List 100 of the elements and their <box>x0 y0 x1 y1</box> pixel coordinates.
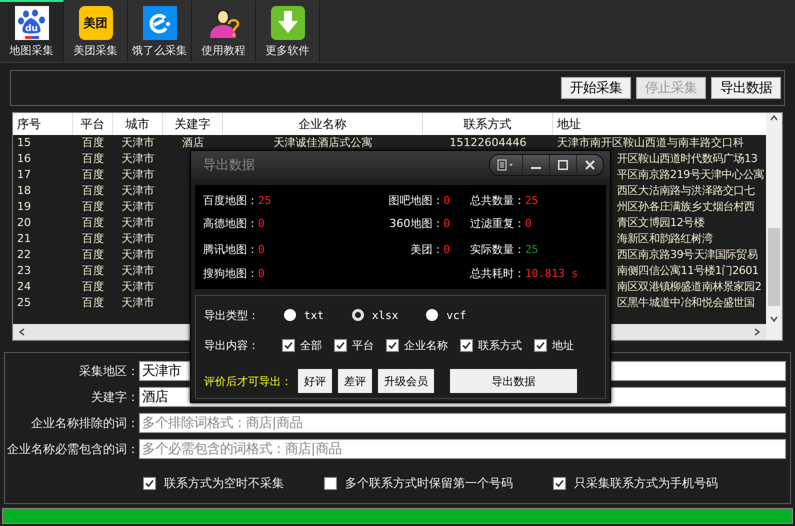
table-cell-text: 天津市 <box>120 183 156 199</box>
stat-value: 0 <box>443 217 450 230</box>
option-label: 多个联系方式时保留第一个号码 <box>345 475 513 492</box>
menu-icon[interactable] <box>497 159 515 171</box>
stat-value: 0 <box>443 243 450 256</box>
close-icon[interactable] <box>585 160 595 170</box>
checkbox[interactable] <box>324 477 337 490</box>
table-cell-text: 16 <box>16 151 32 167</box>
table-cell-text: 24 <box>16 279 32 295</box>
table-cell-text: 天津市南开区鞍山西道与南丰路交口科 <box>556 135 744 151</box>
stat-value: 25 <box>525 194 538 207</box>
input-field[interactable]: 多个必需包含的词格式：商店|商品 <box>139 439 786 459</box>
table-cell-text: 青区文博园12号楼 <box>616 215 704 231</box>
table-cell-text: 百度 <box>81 231 105 247</box>
checkbox[interactable] <box>386 338 399 352</box>
checkbox-label: 平台 <box>352 338 374 352</box>
review-label: 评价后才可导出： <box>204 374 292 388</box>
table-cell-text: 百度 <box>81 247 105 263</box>
scroll-left-icon[interactable] <box>17 327 27 337</box>
option-label: 导出内容： <box>204 338 260 352</box>
checkbox-label: 地址 <box>552 338 574 352</box>
logo-icon: 美团 <box>78 6 112 40</box>
logo-icon <box>142 6 176 40</box>
table-cell-text: 天津诚佳酒店式公寓 <box>272 135 374 151</box>
checkbox[interactable] <box>553 477 566 490</box>
column-header[interactable]: 联系方式 <box>423 113 553 135</box>
checkbox[interactable] <box>460 338 473 352</box>
column-header[interactable]: 平台 <box>73 113 113 135</box>
checkbox-label: 联系方式 <box>478 338 522 352</box>
checkbox[interactable] <box>334 338 347 352</box>
stat-label: 搜狗地图： <box>203 267 258 280</box>
table-cell-text: 百度 <box>81 151 105 167</box>
field-label: 采集地区： <box>78 362 139 380</box>
toolbar-tab[interactable]: 美团 美团采集 <box>64 0 128 62</box>
stat-label: 过滤重复： <box>470 216 525 230</box>
table-cell-text: 23 <box>16 263 32 279</box>
stat-label: 总共数量： <box>470 194 525 207</box>
toolbar-tab[interactable]: 更多软件 <box>256 0 320 62</box>
option-label: 联系方式为空时不采集 <box>164 475 284 492</box>
scroll-up-icon[interactable] <box>769 113 779 123</box>
option-label: 导出类型： <box>204 308 260 322</box>
review-button[interactable]: 差评 <box>338 369 372 393</box>
stat-value: 0 <box>525 216 532 230</box>
toolbar-tab[interactable]: du 地图采集 <box>0 0 64 62</box>
scroll-down-icon[interactable] <box>769 314 779 324</box>
stat-value: 0 <box>258 216 265 230</box>
table-cell-text: 15122604446 <box>448 135 528 151</box>
field-label: 企业名称排除的词： <box>30 414 139 432</box>
radio-button[interactable] <box>284 309 296 321</box>
maximize-icon[interactable] <box>558 160 568 170</box>
table-cell-text: 百度 <box>81 263 105 279</box>
radio-label: vcf <box>446 308 466 322</box>
stat-value: 0 <box>443 194 450 207</box>
toolbar-button[interactable]: 开始采集 <box>561 77 631 99</box>
option-label: 只采集联系方式为手机号码 <box>574 475 718 492</box>
scroll-right-icon[interactable] <box>752 327 762 337</box>
checkbox[interactable] <box>534 338 547 352</box>
stat-label: 实际数量： <box>470 242 525 256</box>
checkbox-label: 全部 <box>300 338 322 352</box>
table-cell-text: 海新区和韵路红树湾 <box>616 231 712 247</box>
table-cell-text: 19 <box>16 199 32 215</box>
toolbar-tab[interactable]: 使用教程 <box>192 0 256 62</box>
table-cell-text: 15 <box>16 135 32 151</box>
stat-label: 高德地图： <box>203 216 258 230</box>
table-cell-text: 天津市 <box>120 295 156 311</box>
table-cell-text: 西区大沽南路与洪泽路交口七 <box>616 183 755 199</box>
table-cell-text: 区黑牛城道中冶和悦会盛世国 <box>616 295 755 311</box>
table-cell-text: 天津市 <box>120 151 156 167</box>
table-cell-text: 百度 <box>81 199 105 215</box>
table-cell-text: 平区南京路219号天津中心公寓 <box>616 167 764 183</box>
vertical-scrollbar[interactable] <box>766 113 782 324</box>
dialog-title: 导出数据 <box>203 157 255 174</box>
review-button[interactable]: 升级会员 <box>378 369 434 393</box>
table-cell-text: 天津市 <box>120 215 156 231</box>
stat-label: 总共耗时： <box>470 267 525 280</box>
column-header[interactable]: 城市 <box>113 113 163 135</box>
radio-button[interactable] <box>426 309 438 321</box>
stat-label: 360地图： <box>389 217 444 230</box>
stat-value: 25 <box>525 242 538 256</box>
column-header[interactable]: 序号 <box>13 113 73 135</box>
radio-button[interactable] <box>352 309 364 321</box>
input-field[interactable]: 多个排除词格式：商店|商品 <box>139 413 786 433</box>
table-cell-text: 天津市 <box>120 199 156 215</box>
table-cell-text: 22 <box>16 247 32 263</box>
toolbar-tab[interactable]: 饿了么采集 <box>128 0 192 62</box>
table-cell-text: 酒店 <box>181 135 205 151</box>
table-cell-text: 百度 <box>81 295 105 311</box>
column-header[interactable]: 地址 <box>553 113 766 135</box>
column-header[interactable]: 企业名称 <box>223 113 423 135</box>
table-cell-text: 西区南京路39号天津国际贸易 <box>616 247 758 263</box>
scroll-thumb[interactable] <box>768 228 780 306</box>
table-cell-text: 南侧四信公寓11号楼1门2601 <box>616 263 759 279</box>
column-header[interactable]: 关建字 <box>163 113 223 135</box>
table-cell-text: 18 <box>16 183 32 199</box>
review-button[interactable]: 好评 <box>298 369 332 393</box>
export-button[interactable]: 导出数据 <box>450 369 577 393</box>
toolbar-button[interactable]: 导出数据 <box>711 77 781 99</box>
checkbox[interactable] <box>143 477 156 490</box>
radio-label: txt <box>304 308 324 322</box>
checkbox[interactable] <box>282 338 295 352</box>
